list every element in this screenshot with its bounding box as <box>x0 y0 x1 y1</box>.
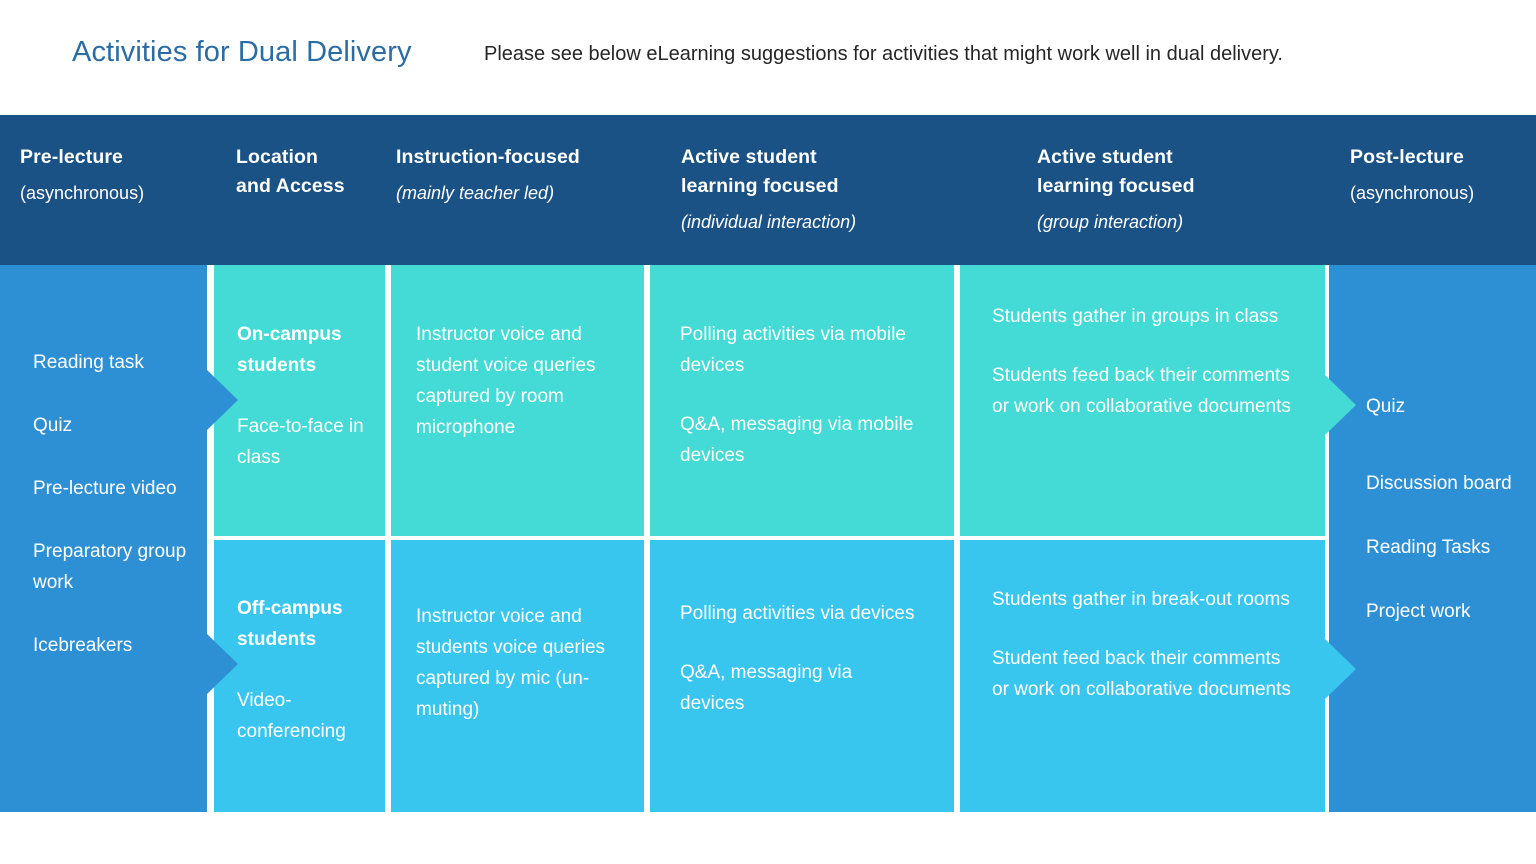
activity-text: Q&A, messaging via mobile devices <box>680 414 914 466</box>
list-item: Pre-lecture video <box>33 478 177 499</box>
column-header-title: Active student learning focused <box>1037 146 1195 197</box>
column-header-instruction-focused: Instruction-focused (mainly teacher led) <box>396 115 646 265</box>
column-header-title: Instruction-focused <box>396 146 580 168</box>
list-item: Quiz <box>1366 396 1406 417</box>
flow-arrow-icon <box>207 370 238 430</box>
activity-text: Q&A, messaging via devices <box>680 662 853 714</box>
cell-instruction-on-campus: Instructor voice and student voice queri… <box>391 265 644 536</box>
activity-text: Students gather in break-out rooms <box>992 589 1290 610</box>
activity-text: Polling activities via mobile devices <box>680 324 906 376</box>
column-header-subtitle: (mainly teacher led) <box>396 183 555 203</box>
list-item: Preparatory group work <box>33 541 187 593</box>
location-detail: Video-conferencing <box>237 690 346 742</box>
column-header-post-lecture: Post-lecture (asynchronous) <box>1350 115 1536 265</box>
column-header-subtitle: (asynchronous) <box>1350 183 1475 203</box>
column-header-title: Location and Access <box>236 146 345 197</box>
column-header-location-and-access: Location and Access <box>236 115 386 265</box>
activity-text: Students feed back their comments or wor… <box>992 365 1291 417</box>
list-item: Reading Tasks <box>1366 537 1491 558</box>
column-header-active-group: Active student learning focused (group in… <box>1037 115 1327 265</box>
list-item: Discussion board <box>1366 473 1512 494</box>
page-subtitle: Please see below eLearning suggestions f… <box>484 43 1283 65</box>
column-header-subtitle: (group interaction) <box>1037 212 1184 232</box>
matrix-grid: Reading task Quiz Pre-lecture video Prep… <box>0 265 1536 812</box>
cell-individual-on-campus: Polling activities via mobile devices Q&… <box>650 265 954 536</box>
column-header-subtitle: (asynchronous) <box>20 183 145 203</box>
list-item: Reading task <box>33 352 144 373</box>
location-detail: Face-to-face in class <box>237 416 364 468</box>
location-title: On-campus students <box>237 324 342 376</box>
cell-location-off-campus: Off-campus students Video-conferencing <box>214 540 385 812</box>
cell-pre-lecture-activities: Reading task Quiz Pre-lecture video Prep… <box>0 265 207 812</box>
column-header-active-individual: Active student learning focused (individu… <box>681 115 971 265</box>
list-item: Icebreakers <box>33 635 133 656</box>
column-header-title: Active student learning focused <box>681 146 839 197</box>
column-header-pre-lecture: Pre-lecture (asynchronous) <box>20 115 220 265</box>
column-header-bar: Pre-lecture (asynchronous) Location and A… <box>0 115 1536 265</box>
column-header-subtitle: (individual interaction) <box>681 212 857 232</box>
title-bar: Activities for Dual Delivery Please see … <box>0 0 1536 115</box>
activity-text: Student feed back their comments or work… <box>992 648 1291 700</box>
list-item: Project work <box>1366 601 1471 622</box>
infographic-page: Activities for Dual Delivery Please see … <box>0 0 1536 864</box>
activity-text: Polling activities via devices <box>680 603 915 624</box>
instruction-text: Instructor voice and student voice queri… <box>416 324 596 438</box>
cell-individual-off-campus: Polling activities via devices Q&A, mess… <box>650 540 954 812</box>
cell-group-on-campus: Students gather in groups in class Stude… <box>960 265 1325 536</box>
location-title: Off-campus students <box>237 598 343 650</box>
column-header-title: Pre-lecture <box>20 146 123 168</box>
cell-location-on-campus: On-campus students Face-to-face in class <box>214 265 385 536</box>
page-title: Activities for Dual Delivery <box>72 36 412 68</box>
cell-post-lecture-activities: Quiz Discussion board Reading Tasks Proj… <box>1329 265 1536 812</box>
cell-instruction-off-campus: Instructor voice and students voice quer… <box>391 540 644 812</box>
flow-arrow-icon <box>207 634 238 694</box>
cell-group-off-campus: Students gather in break-out rooms Stude… <box>960 540 1325 812</box>
list-item: Quiz <box>33 415 73 436</box>
flow-arrow-icon <box>1325 639 1356 699</box>
instruction-text: Instructor voice and students voice quer… <box>416 606 606 720</box>
column-header-title: Post-lecture <box>1350 146 1464 168</box>
flow-arrow-icon <box>1325 375 1356 435</box>
activity-text: Students gather in groups in class <box>992 306 1279 327</box>
